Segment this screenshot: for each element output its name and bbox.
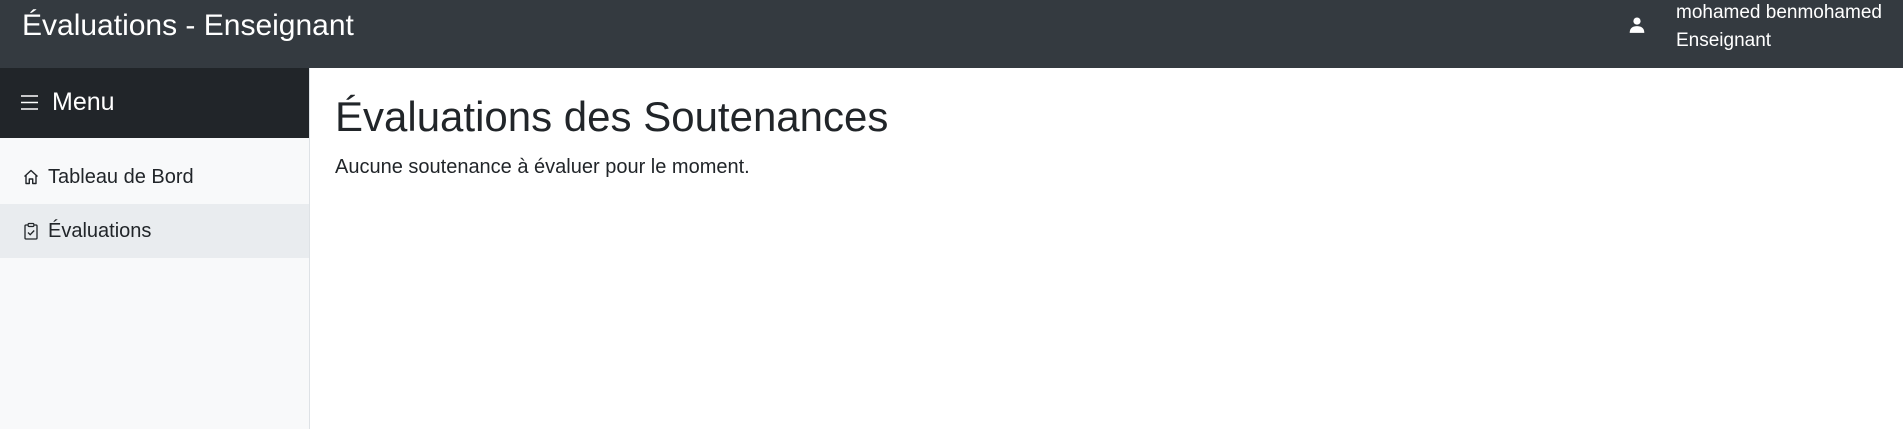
sidebar-header: Menu — [0, 68, 309, 138]
main-content: Évaluations des Soutenances Aucune soute… — [311, 68, 1903, 429]
sidebar-item-evaluations[interactable]: Évaluations — [0, 204, 309, 258]
empty-state-message: Aucune soutenance à évaluer pour le mome… — [335, 156, 750, 178]
sidebar-item-label: Évaluations — [48, 220, 152, 242]
page-title: Évaluations des Soutenances — [335, 93, 889, 140]
top-navbar: Évaluations - Enseignant mohamed benmoha… — [0, 0, 1903, 68]
app-title[interactable]: Évaluations - Enseignant — [22, 8, 354, 44]
house-icon — [24, 169, 38, 185]
sidebar: Menu Tableau de Bord Évaluations — [0, 68, 310, 429]
hamburger-icon — [21, 95, 38, 110]
user-icon — [1629, 17, 1645, 33]
clipboard-check-icon — [24, 222, 38, 240]
menu-title: Menu — [52, 88, 115, 116]
user-name: mohamed benmohamed — [1676, 2, 1882, 23]
sidebar-item-tableau-de-bord[interactable]: Tableau de Bord — [0, 150, 309, 204]
user-role: Enseignant — [1676, 30, 1772, 51]
sidebar-item-label: Tableau de Bord — [48, 166, 194, 188]
